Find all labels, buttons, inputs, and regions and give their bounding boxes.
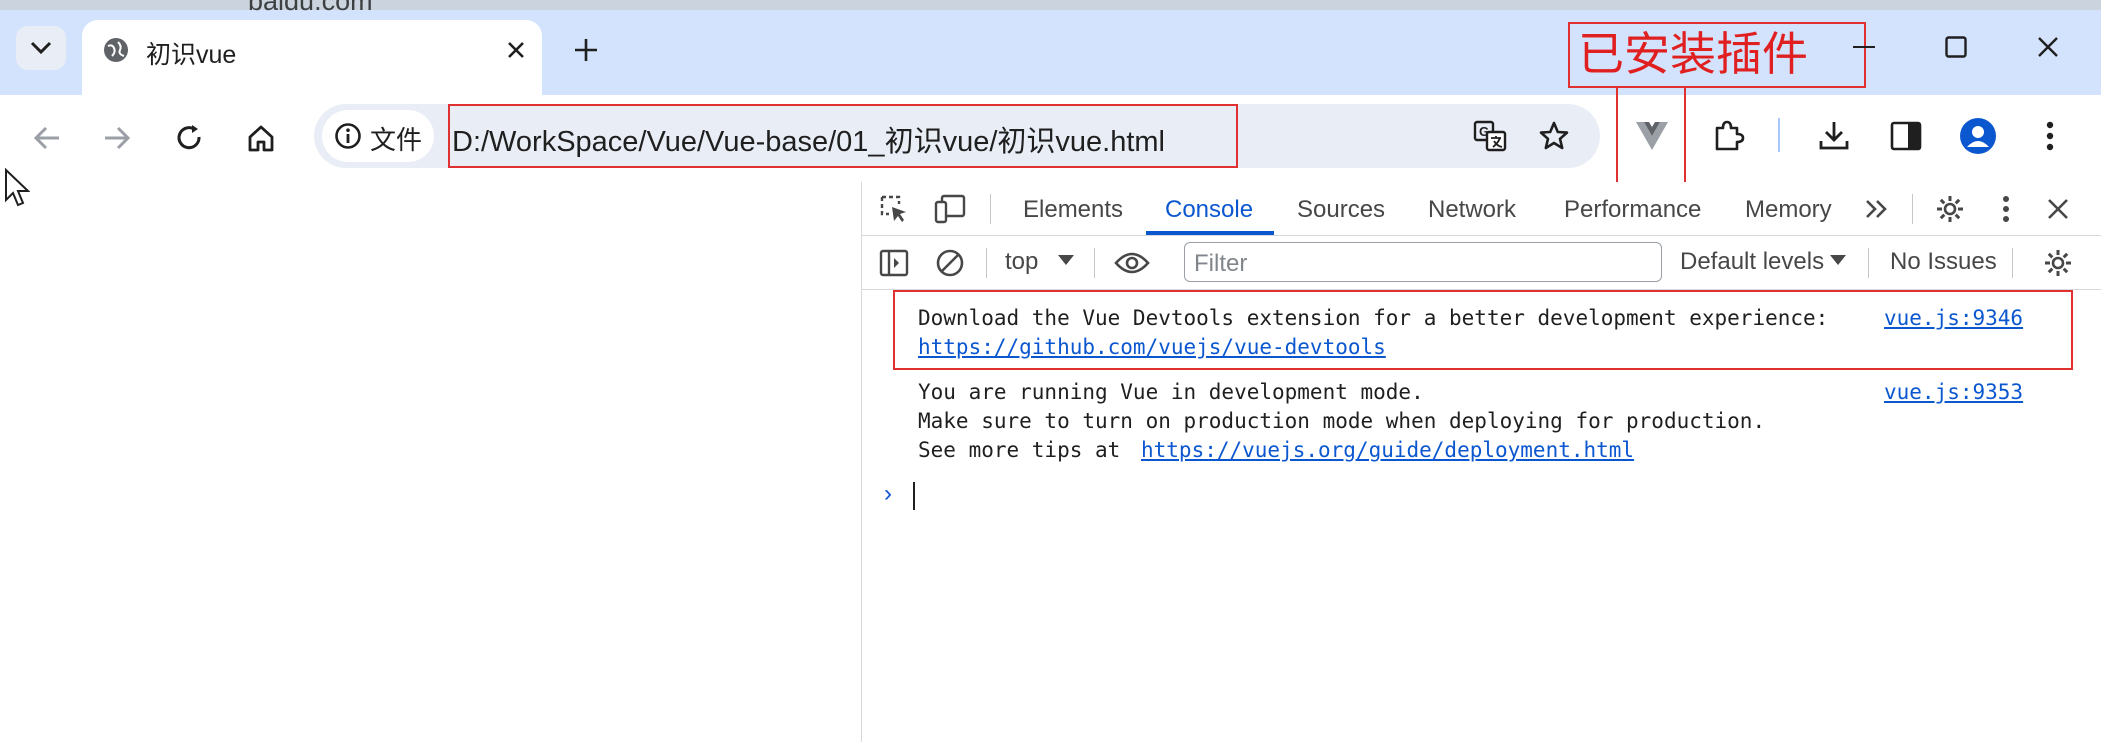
- plus-icon: [575, 39, 597, 61]
- side-panel-icon: [1890, 121, 1922, 151]
- console-separator: [1094, 248, 1095, 278]
- console-separator: [986, 248, 987, 278]
- console-separator: [2012, 248, 2013, 278]
- tab-close-button[interactable]: [500, 34, 532, 66]
- console-message-text: See more tips at: [918, 438, 1121, 462]
- tab-search-button[interactable]: [16, 26, 66, 70]
- device-icon: [934, 194, 966, 224]
- more-tabs-button[interactable]: [1859, 191, 1895, 227]
- translate-icon: G: [1473, 120, 1507, 152]
- console-filter-input[interactable]: [1184, 242, 1662, 282]
- devtools-close-button[interactable]: [2040, 191, 2076, 227]
- devtools-separator: [1912, 194, 1913, 224]
- console-settings-button[interactable]: [2040, 245, 2076, 281]
- url-text[interactable]: D:/WorkSpace/Vue/Vue-base/01_初识vue/初识vue…: [452, 118, 1165, 160]
- devtools-menu-button[interactable]: [1988, 191, 2024, 227]
- minimize-icon: [1853, 46, 1875, 48]
- vue-devtools-extension-button[interactable]: [1630, 114, 1674, 158]
- site-info-label: 文件: [370, 125, 423, 155]
- issues-counter[interactable]: No Issues: [1890, 248, 1997, 276]
- background-window-title: baidu.com: [248, 0, 373, 16]
- download-icon: [1819, 122, 1849, 150]
- console-message-text: Download the Vue Devtools extension for …: [918, 306, 1829, 330]
- tab-console[interactable]: Console: [1165, 196, 1253, 224]
- vue-logo-icon: [1636, 122, 1668, 150]
- console-message-text: You are running Vue in development mode.: [918, 380, 1424, 404]
- new-tab-button[interactable]: [566, 30, 606, 70]
- tab-memory[interactable]: Memory: [1745, 196, 1832, 224]
- tab-sources[interactable]: Sources: [1297, 196, 1385, 224]
- home-button[interactable]: [238, 115, 284, 161]
- sidebar-toggle-icon: [879, 249, 909, 277]
- close-window-button[interactable]: [2020, 22, 2076, 72]
- caret-down-icon: [1830, 255, 1846, 265]
- arrow-right-icon: [105, 126, 131, 150]
- devtools-settings-button[interactable]: [1932, 191, 1968, 227]
- console-message-text: Make sure to turn on production mode whe…: [918, 409, 1766, 433]
- downloads-button[interactable]: [1812, 114, 1856, 158]
- side-panel-button[interactable]: [1884, 114, 1928, 158]
- gear-icon: [2045, 250, 2071, 276]
- browser-tab[interactable]: 初识vue: [82, 20, 542, 95]
- caret-down-icon: [1058, 255, 1074, 265]
- kebab-menu-icon: [2046, 121, 2054, 151]
- device-toolbar-button[interactable]: [932, 191, 968, 227]
- console-prompt-icon: ›: [884, 480, 892, 507]
- maximize-icon: [1945, 36, 1967, 58]
- mouse-cursor-icon: [5, 168, 30, 207]
- chevron-down-icon: [30, 41, 52, 55]
- inspect-element-button[interactable]: [876, 191, 912, 227]
- console-message-link[interactable]: https://github.com/vuejs/vue-devtools: [918, 335, 1386, 359]
- clear-console-button[interactable]: [932, 245, 968, 281]
- bookmark-button[interactable]: [1534, 116, 1574, 156]
- console-source-link[interactable]: vue.js:9353: [1884, 380, 2023, 404]
- console-message-link[interactable]: https://vuejs.org/guide/deployment.html: [1141, 438, 1634, 462]
- execution-context-selector[interactable]: top: [1005, 248, 1038, 276]
- console-source-link[interactable]: vue.js:9346: [1884, 306, 2023, 330]
- globe-icon: [104, 38, 128, 62]
- close-icon: [2048, 199, 2068, 219]
- tab-elements[interactable]: Elements: [1023, 196, 1123, 224]
- extensions-button[interactable]: [1706, 114, 1750, 158]
- minimize-button[interactable]: [1836, 22, 1892, 72]
- tab-performance[interactable]: Performance: [1564, 196, 1701, 224]
- log-levels-dropdown[interactable]: Default levels: [1680, 248, 1824, 276]
- console-input[interactable]: [913, 482, 915, 510]
- profile-button[interactable]: [1956, 114, 2000, 158]
- close-icon: [2038, 37, 2058, 57]
- eye-icon: [1114, 252, 1150, 274]
- forward-button[interactable]: [94, 115, 140, 161]
- info-icon: [335, 123, 361, 149]
- toolbar-divider: [1778, 118, 1780, 152]
- kebab-menu-icon: [2003, 196, 2009, 222]
- reload-button[interactable]: [166, 115, 212, 161]
- puzzle-icon: [1715, 120, 1745, 151]
- double-chevron-right-icon: [1866, 200, 1887, 218]
- page-viewport[interactable]: [0, 182, 860, 742]
- console-separator: [1868, 248, 1869, 278]
- tab-network[interactable]: Network: [1428, 196, 1516, 224]
- block-icon: [936, 249, 964, 277]
- devtools-separator: [990, 194, 991, 224]
- tab-title: 初识vue: [146, 41, 237, 69]
- close-icon: [508, 42, 524, 58]
- translate-button[interactable]: G: [1470, 116, 1510, 156]
- annotation-label: 已安装插件: [1578, 27, 1808, 81]
- star-icon: [1539, 121, 1569, 150]
- home-icon: [248, 125, 274, 152]
- gear-icon: [1937, 196, 1963, 222]
- browser-menu-button[interactable]: [2028, 114, 2072, 158]
- filter-placeholder: Filter: [1194, 250, 1248, 277]
- live-expression-button[interactable]: [1114, 245, 1150, 281]
- active-tab-indicator: [1146, 231, 1274, 235]
- maximize-button[interactable]: [1928, 22, 1984, 72]
- arrow-left-icon: [33, 126, 59, 150]
- reload-icon: [177, 125, 201, 150]
- back-button[interactable]: [24, 115, 70, 161]
- avatar-icon: [1960, 118, 1996, 154]
- inspect-icon: [880, 195, 906, 222]
- console-sidebar-button[interactable]: [876, 245, 912, 281]
